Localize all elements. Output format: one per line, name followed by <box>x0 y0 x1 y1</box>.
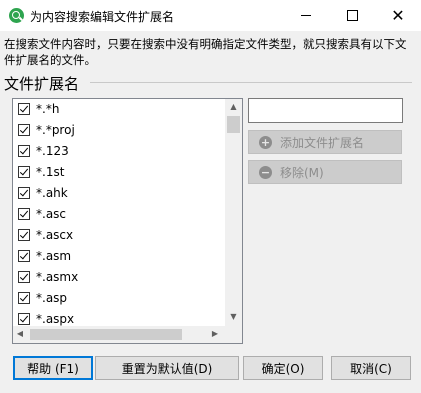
extension-checkbox[interactable] <box>18 187 30 199</box>
close-icon: ✕ <box>391 5 405 25</box>
group-divider <box>90 82 412 83</box>
horizontal-scroll-thumb[interactable] <box>30 329 182 340</box>
list-item[interactable]: *.asc <box>13 204 225 225</box>
remove-label: 移除(M) <box>280 165 324 180</box>
scroll-left-icon[interactable]: ◀ <box>13 329 27 338</box>
cancel-button[interactable]: 取消(C) <box>331 356 411 380</box>
extension-label: *.*h <box>36 102 60 116</box>
extension-checkbox[interactable] <box>18 208 30 220</box>
minus-circle-icon: − <box>259 165 272 179</box>
extension-input[interactable] <box>248 98 403 123</box>
list-item[interactable]: *.asp <box>13 288 225 309</box>
extension-checkbox[interactable] <box>18 292 30 304</box>
extension-checkbox[interactable] <box>18 124 30 136</box>
close-button[interactable]: ✕ <box>375 0 421 31</box>
list-item[interactable]: *.1st <box>13 162 225 183</box>
scroll-up-icon[interactable]: ▲ <box>225 102 242 111</box>
horizontal-scrollbar[interactable]: ◀ ▶ <box>13 326 225 343</box>
extension-list-items: *.*h *.*proj *.123 *.1st *.ahk *.asc *.ascx *.a… <box>13 99 225 330</box>
minimize-button[interactable] <box>283 0 329 31</box>
remove-button[interactable]: − 移除(M) <box>248 160 402 184</box>
group-label: 文件扩展名 <box>4 75 80 93</box>
extension-list[interactable]: *.*h *.*proj *.123 *.1st *.ahk *.asc *.ascx *.a… <box>12 98 243 344</box>
maximize-icon <box>346 10 358 21</box>
list-item[interactable]: *.*proj <box>13 120 225 141</box>
reset-defaults-button[interactable]: 重置为默认值(D) <box>95 356 239 380</box>
title-bar: 为内容搜索编辑文件扩展名 ✕ <box>0 0 421 31</box>
description-text: 在搜索文件内容时，只要在搜索中没有明确指定文件类型，就只搜索具有以下文件扩展名的… <box>4 37 407 67</box>
vertical-scrollbar[interactable]: ▲ ▼ <box>225 99 242 326</box>
extension-checkbox[interactable] <box>18 313 30 325</box>
list-item[interactable]: *.ahk <box>13 183 225 204</box>
help-label: 帮助 (F1) <box>27 361 79 376</box>
extension-checkbox[interactable] <box>18 250 30 262</box>
window-title: 为内容搜索编辑文件扩展名 <box>30 10 175 24</box>
plus-circle-icon: + <box>259 135 272 149</box>
list-item[interactable]: *.asm <box>13 246 225 267</box>
extension-label: *.asp <box>36 291 68 305</box>
extension-label: *.ascx <box>36 228 74 242</box>
add-extension-label: 添加文件扩展名 <box>280 135 365 150</box>
extension-checkbox[interactable] <box>18 166 30 178</box>
extension-label: *.1st <box>36 165 65 179</box>
extension-label: *.ahk <box>36 186 68 200</box>
cancel-label: 取消(C) <box>350 361 392 376</box>
minimize-icon <box>301 15 311 16</box>
list-item[interactable]: *.asmx <box>13 267 225 288</box>
extension-checkbox[interactable] <box>18 103 30 115</box>
help-button[interactable]: 帮助 (F1) <box>13 356 93 380</box>
extension-checkbox[interactable] <box>18 229 30 241</box>
vertical-scroll-thumb[interactable] <box>227 116 240 133</box>
reset-label: 重置为默认值(D) <box>121 361 213 376</box>
ok-button[interactable]: 确定(O) <box>243 356 323 380</box>
scroll-right-icon[interactable]: ▶ <box>208 329 222 338</box>
ok-label: 确定(O) <box>261 361 305 376</box>
add-extension-button[interactable]: + 添加文件扩展名 <box>248 130 402 154</box>
scrollbar-corner <box>225 326 242 343</box>
list-item[interactable]: *.ascx <box>13 225 225 246</box>
extension-label: *.asm <box>36 249 72 263</box>
extension-label: *.asmx <box>36 270 79 284</box>
search-icon <box>9 8 24 23</box>
extension-checkbox[interactable] <box>18 145 30 157</box>
list-item[interactable]: *.*h <box>13 99 225 120</box>
extension-label: *.aspx <box>36 312 75 326</box>
extension-label: *.*proj <box>36 123 75 137</box>
extension-label: *.asc <box>36 207 67 221</box>
extension-checkbox[interactable] <box>18 271 30 283</box>
maximize-button[interactable] <box>329 0 375 31</box>
extension-label: *.123 <box>36 144 69 158</box>
scroll-down-icon[interactable]: ▼ <box>225 312 242 321</box>
list-item[interactable]: *.123 <box>13 141 225 162</box>
